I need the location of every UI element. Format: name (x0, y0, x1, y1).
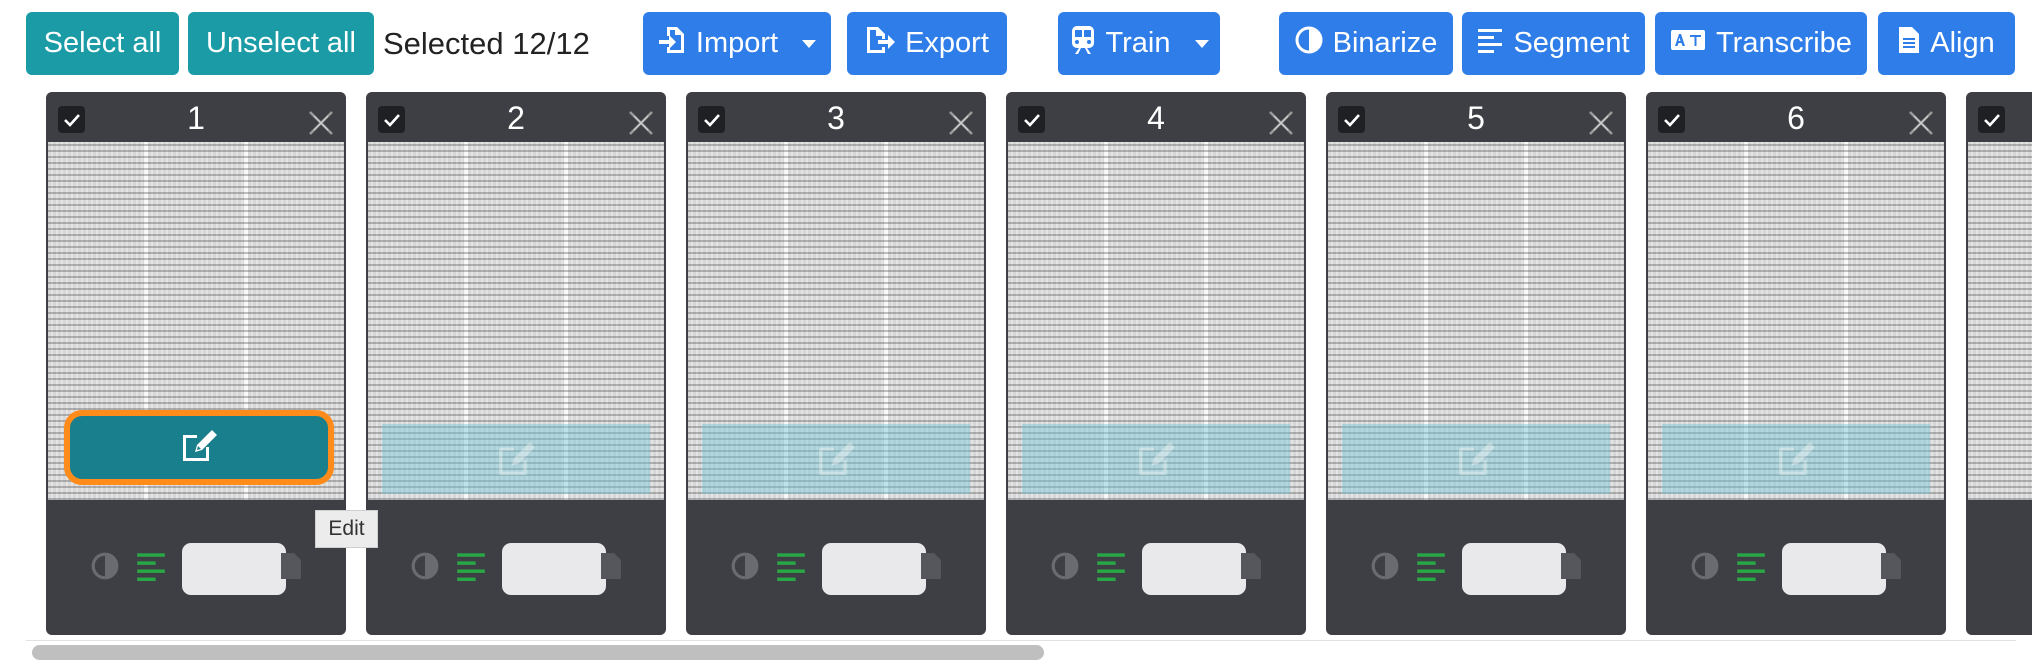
edit-icon (496, 438, 536, 478)
transcription-status-pill (1782, 542, 1886, 595)
document-icon (920, 552, 942, 585)
segment-button[interactable]: Segment (1462, 12, 1645, 75)
document-icon (1560, 552, 1582, 585)
segment-status-icon (1096, 551, 1126, 586)
card-number: 3 (827, 100, 845, 136)
transcription-status-pill (1142, 542, 1246, 595)
close-icon[interactable] (1586, 108, 1616, 138)
card-footer (1326, 502, 1626, 635)
select-all-label: Select all (43, 27, 162, 59)
transcribe-button[interactable]: Transcribe (1655, 12, 1867, 75)
close-icon[interactable] (626, 108, 656, 138)
page-thumbnail[interactable] (688, 142, 984, 500)
binarize-status-icon (1050, 551, 1080, 586)
binarize-label: Binarize (1332, 27, 1438, 59)
document-icon (1240, 552, 1262, 585)
card-footer (1646, 502, 1946, 635)
transcribe-label: Transcribe (1716, 27, 1852, 59)
segment-label: Segment (1513, 27, 1630, 59)
binarize-status-icon (1370, 551, 1400, 586)
edit-icon (816, 438, 856, 478)
selected-count: Selected 12/12 (383, 25, 590, 61)
binarize-status-icon (730, 551, 760, 586)
export-icon (865, 25, 896, 63)
edit-icon (1456, 438, 1496, 478)
checkbox-icon[interactable] (1978, 106, 2005, 133)
page-thumbnail (1968, 142, 2032, 500)
edit-icon (1776, 438, 1816, 478)
document-card[interactable]: 1 (46, 92, 346, 635)
document-icon (1880, 552, 1902, 585)
tooltip: Edit (315, 510, 378, 548)
binarize-button[interactable]: Binarize (1279, 12, 1453, 75)
segment-status-icon (776, 551, 806, 586)
edit-icon (1136, 438, 1176, 478)
card-number: 5 (1467, 100, 1485, 136)
train-label: Train (1105, 27, 1171, 59)
transcription-status-pill (822, 542, 926, 595)
document-icon (600, 552, 622, 585)
chevron-down-icon (802, 39, 817, 48)
scrollbar-thumb[interactable] (32, 645, 1044, 660)
card-number: 4 (1147, 100, 1165, 136)
select-all-button[interactable]: Select all (26, 12, 179, 75)
segment-status-icon (456, 551, 486, 586)
document-card[interactable]: 5 (1326, 92, 1626, 635)
edit-button[interactable] (64, 410, 334, 485)
import-button[interactable]: Import (643, 12, 831, 75)
page-thumbnail[interactable] (368, 142, 664, 500)
segment-status-icon (1416, 551, 1446, 586)
card-number: 1 (187, 100, 205, 136)
document-card[interactable]: 4 (1006, 92, 1306, 635)
unselect-all-label: Unselect all (206, 27, 356, 59)
align-icon (1898, 26, 1920, 62)
page-thumbnail[interactable] (1008, 142, 1304, 500)
transcription-status-pill (1462, 542, 1566, 595)
chevron-down-icon (1194, 39, 1209, 48)
document-card[interactable]: 3 (686, 92, 986, 635)
binarize-status-icon (90, 551, 120, 586)
document-icon (280, 552, 302, 585)
align-label: Align (1930, 27, 1995, 59)
import-label: Import (695, 27, 779, 59)
close-icon[interactable] (946, 108, 976, 138)
train-icon (1070, 25, 1096, 63)
document-card[interactable]: 2 (366, 92, 666, 635)
page-thumbnail[interactable] (1328, 142, 1624, 500)
export-button[interactable]: Export (847, 12, 1007, 75)
transcription-status-pill (502, 542, 606, 595)
close-icon[interactable] (1906, 108, 1936, 138)
export-label: Export (905, 27, 989, 59)
card-footer (46, 502, 346, 635)
train-button[interactable]: Train (1058, 12, 1220, 75)
edit-icon (180, 427, 218, 468)
page-thumbnail[interactable] (1648, 142, 1944, 500)
close-icon[interactable] (306, 108, 336, 138)
segment-icon (1477, 27, 1503, 61)
card-number: 2 (507, 100, 525, 136)
close-icon[interactable] (1266, 108, 1296, 138)
transcribe-icon (1670, 27, 1706, 60)
card-number: 6 (1787, 100, 1805, 136)
card-footer (686, 502, 986, 635)
card-footer (1006, 502, 1306, 635)
binarize-icon (1295, 26, 1323, 62)
segment-status-icon (1736, 551, 1766, 586)
binarize-status-icon (1690, 551, 1720, 586)
import-icon (658, 25, 686, 63)
segment-status-icon (136, 551, 166, 586)
align-button[interactable]: Align (1878, 12, 2015, 75)
document-card[interactable]: 6 (1646, 92, 1946, 635)
document-card-partial[interactable] (1966, 92, 2032, 635)
card-footer (366, 502, 666, 635)
unselect-all-button[interactable]: Unselect all (188, 12, 374, 75)
transcription-status-pill (182, 542, 286, 595)
binarize-status-icon (410, 551, 440, 586)
